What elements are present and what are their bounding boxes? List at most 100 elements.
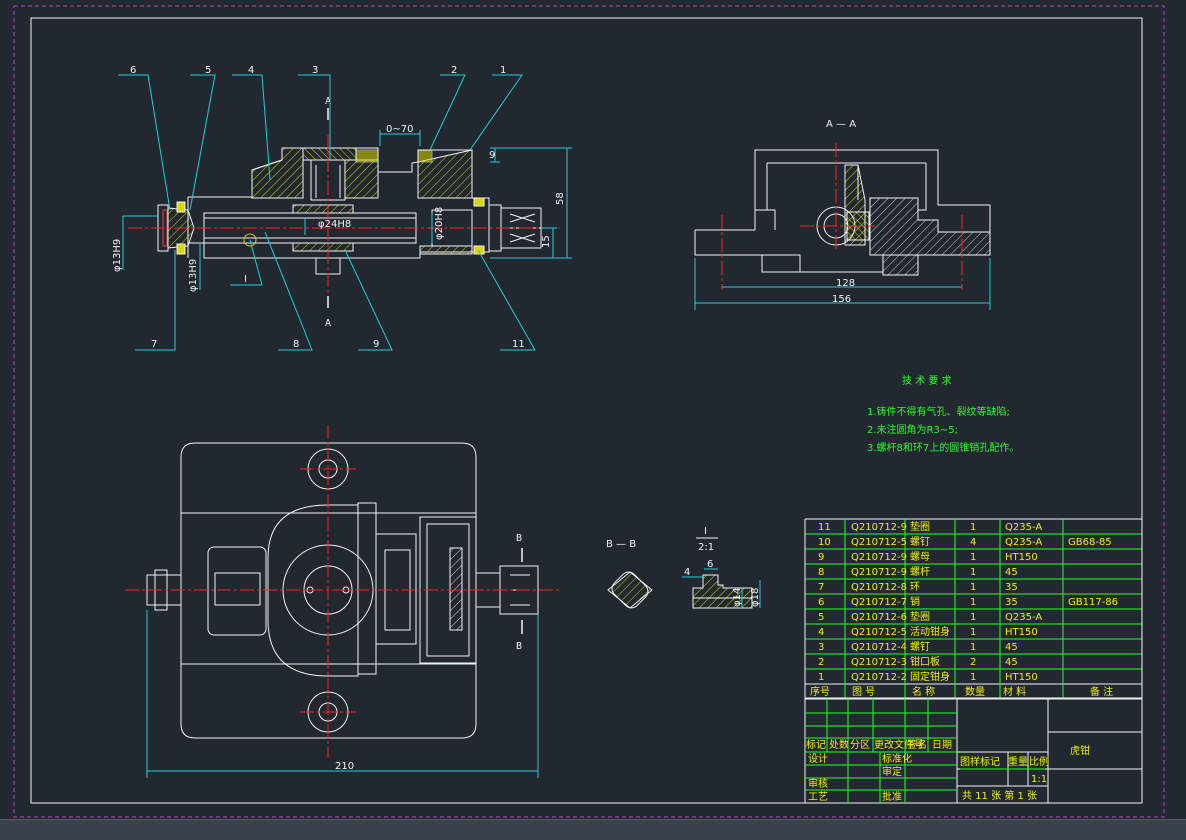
parts-table-header: 序号 [810,685,830,698]
dim-phi18: φ18 [750,588,761,607]
dim-0-70: 0~70 [386,124,413,135]
parts-table-cell: 1 [970,672,976,683]
parts-table-cell: 钳口板 [910,655,940,668]
parts-table-cell: 1 [970,612,976,623]
parts-table-cell: HT150 [1005,672,1038,683]
parts-table-cell: 螺钉 [910,536,930,548]
tb-weight: 重量 [1008,755,1028,768]
parts-table-cell: GB117-86 [1068,597,1118,608]
dim-9: 9 [489,150,495,161]
parts-table-cell: 5 [818,612,824,623]
parts-table-cell: 螺杆 [910,566,930,578]
dim-15: 15 [541,235,552,248]
front-section-view [157,147,542,275]
parts-table-cell: 8 [818,567,824,578]
parts-table-header: 数量 [965,685,985,698]
parts-table-cell: Q210712-9 [851,552,907,563]
tb-rev-1: 标记 [806,739,826,751]
detail-scale: 2:1 [698,542,714,553]
top-centerlines [125,425,560,758]
section-title-aa: A — A [826,119,856,130]
parts-table-cell: Q210712-9 [851,522,907,533]
dim-58: 58 [555,192,566,205]
balloon-3: 3 [312,65,318,76]
parts-table-cell: 1 [818,672,824,683]
tb-process: 工艺 [808,791,828,803]
parts-table-cell: 螺钉 [910,641,930,653]
tb-rev-5: 签名 [907,738,927,751]
tb-scale: 1:1 [1031,774,1047,785]
tb-approve: 批准 [882,790,902,803]
balloon-1: 1 [500,65,506,76]
parts-table-cell: Q210712-9 [851,567,907,578]
dim-phi13-left: φ13H9 [112,239,123,272]
balloon-11: 11 [512,339,525,350]
dim-6: 6 [707,559,713,570]
tb-design: 设计 [808,752,828,765]
parts-table-cell: 活动钳身 [910,625,950,638]
dim-phi14: φ14 [732,588,743,607]
parts-table-header: 材 料 [1003,685,1026,698]
parts-table-cell: Q210712-8 [851,582,907,593]
balloon-5: 5 [205,65,211,76]
parts-table-cell: 45 [1005,567,1018,578]
tech-req-1: 1.铸件不得有气孔、裂纹等缺陷; [867,405,1010,418]
tb-std: 标准化 [882,752,912,765]
parts-table-cell: Q210712-6 [851,612,907,623]
tech-req-3: 3.螺杆8和环7上的圆锥销孔配作。 [867,441,1019,454]
balloon-8: 8 [293,339,299,350]
balloon-2: 2 [451,65,457,76]
detail-title: I [704,526,707,537]
parts-table-cell: Q235-A [1005,612,1042,623]
parts-table-cell: HT150 [1005,552,1038,563]
parts-table-cell: 1 [970,552,976,563]
dim-4: 4 [684,567,690,578]
balloon-7: 7 [151,339,157,350]
section-a-bottom: A [325,318,331,329]
bb-section [607,571,653,609]
jaw-hatch-right [344,159,379,199]
dim-phi13-lower: φ13H9 [188,259,199,292]
parts-table-cell: Q210712-2 [851,672,907,683]
tech-req-title: 技 术 要 求 [902,374,952,387]
parts-table-cell: 35 [1005,582,1018,593]
tb-sheets: 共 11 张 第 1 张 [962,789,1037,802]
balloon-4: 4 [248,65,254,76]
parts-table-cell: 1 [970,567,976,578]
status-bar [0,819,1186,840]
parts-table-cell: 11 [818,522,831,533]
side-jaw-hatch [869,197,991,276]
parts-table-cell: Q210712-3 [851,657,907,668]
parts-table-header: 名 称 [912,685,935,698]
parts-table-cell: 1 [970,582,976,593]
parts-table-cell: 2 [818,657,824,668]
parts-table-cell: 45 [1005,642,1018,653]
parts-table-cell: HT150 [1005,627,1038,638]
parts-table-cell: 垫圈 [910,610,930,623]
parts-table-cell: 35 [1005,597,1018,608]
parts-table-cell: Q210712-4 [851,642,907,653]
top-dims [146,610,539,778]
movable-jaw-hatch [251,147,304,199]
parts-table-cell: Q210712-5 [851,627,907,638]
parts-table-cell: Q210712-5 [851,537,907,548]
side-section-view [694,149,991,276]
parts-table-cell: 螺母 [910,551,930,563]
parts-table-cell: 1 [970,597,976,608]
section-b-bottom: B [516,641,522,652]
parts-table-cell: 环 [910,582,920,593]
tb-rev-6: 日期 [932,739,952,751]
section-b-top: B [516,533,522,544]
tb-rev-2: 处数 [829,738,849,751]
parts-table-cell: 垫圈 [910,520,930,533]
parts-table-cell: Q235-A [1005,522,1042,533]
parts-table-cell: GB68-85 [1068,537,1112,548]
parts-table-cell: 1 [970,522,976,533]
detail-mark-i: I [244,274,247,285]
tb-check: 审核 [808,777,828,790]
parts-table-cell: 销 [910,595,920,608]
cad-drawing-canvas[interactable]: A A 6 5 4 3 2 1 7 8 9 11 I 0~70 9 58 15 … [0,0,1186,839]
balloon-6: 6 [130,65,136,76]
tb-drawing-name: 虎钳 [1070,744,1090,757]
dim-210: 210 [335,761,354,772]
